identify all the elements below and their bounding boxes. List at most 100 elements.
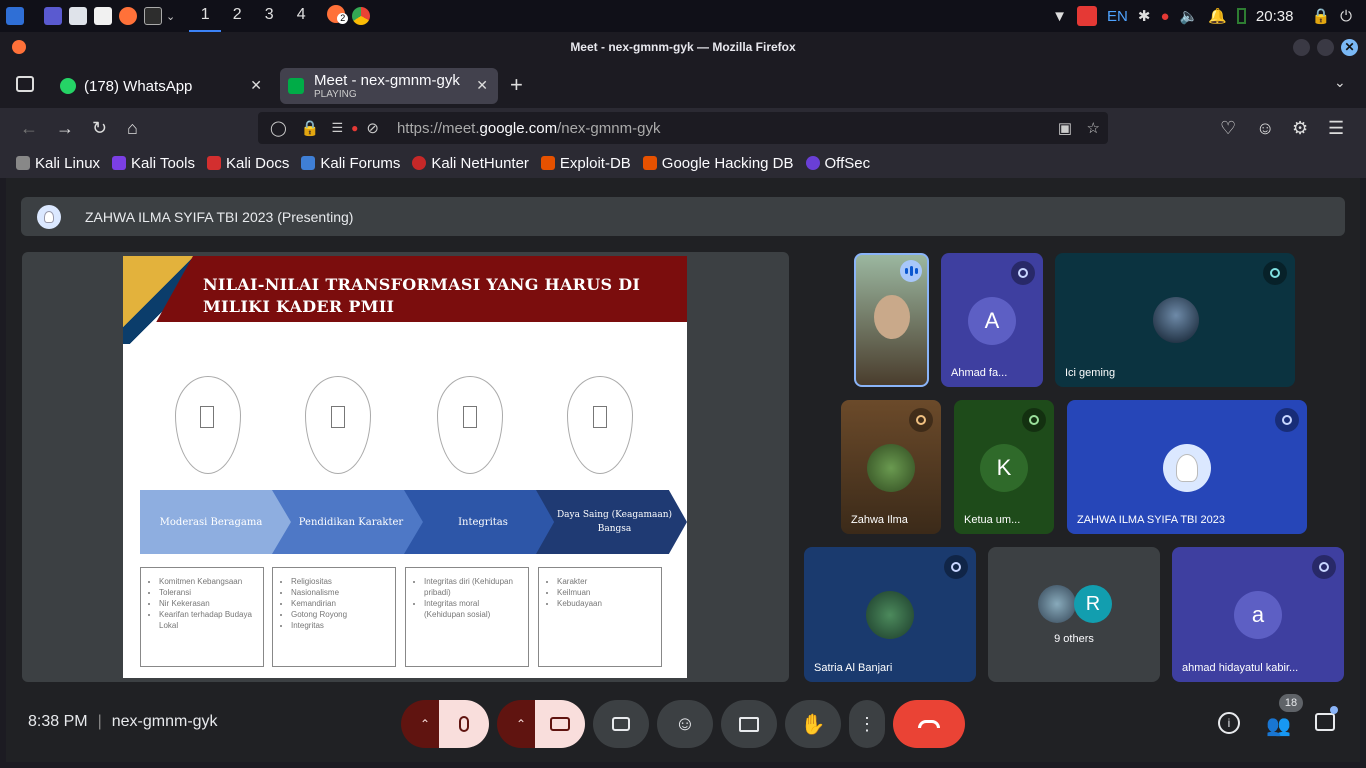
- terminal-icon[interactable]: [144, 7, 162, 25]
- bookmark-star-icon[interactable]: ☆: [1087, 119, 1100, 137]
- participant-tile-zahwa-ilma[interactable]: Zahwa Ilma: [841, 400, 941, 534]
- firefox-task[interactable]: 2: [327, 5, 349, 27]
- camera-blocked-icon[interactable]: ⊘: [366, 119, 379, 137]
- participant-tile-ahmad-hidayatul[interactable]: a ahmad hidayatul kabir...: [1172, 547, 1344, 682]
- clock[interactable]: 20:38: [1256, 8, 1294, 25]
- url-prefix: https://meet.: [396, 119, 480, 137]
- close-tab-icon[interactable]: ✕: [476, 77, 488, 94]
- bookmark-kali-forums[interactable]: Kali Forums: [301, 155, 400, 172]
- bluetooth-icon[interactable]: ✱: [1138, 7, 1151, 25]
- menu-icon[interactable]: ☰: [1328, 118, 1344, 139]
- participant-tile-ici[interactable]: Ici geming: [1055, 253, 1295, 387]
- tab-overview-icon[interactable]: [16, 76, 34, 92]
- bookmarks-toolbar: Kali Linux Kali Tools Kali Docs Kali For…: [0, 148, 1366, 178]
- bookmark-offsec[interactable]: OffSec: [805, 155, 870, 172]
- workspace-4[interactable]: 4: [285, 0, 317, 32]
- bookmark-kali-tools[interactable]: Kali Tools: [112, 155, 195, 172]
- workspace-3[interactable]: 3: [253, 0, 285, 32]
- microphone-permission-icon[interactable]: ●: [351, 121, 358, 135]
- workspace-2[interactable]: 2: [221, 0, 253, 32]
- notification-bell-icon[interactable]: 🔔: [1208, 7, 1227, 25]
- offsec-icon: [805, 156, 820, 170]
- mic-off-icon: [1011, 261, 1035, 285]
- chat-notification-dot: [1330, 706, 1338, 714]
- vpn-icon[interactable]: ▼: [1052, 8, 1067, 25]
- meeting-time: 8:38 PM: [28, 713, 88, 730]
- info-separator: |: [97, 713, 102, 730]
- shield-icon[interactable]: ◯: [270, 119, 287, 137]
- back-icon[interactable]: ←: [20, 118, 38, 139]
- lock-icon[interactable]: 🔒: [301, 119, 320, 137]
- camera-off-button[interactable]: [535, 700, 585, 748]
- reload-icon[interactable]: ↻: [92, 118, 107, 139]
- participant-tile-self[interactable]: [854, 253, 929, 387]
- red-app-icon[interactable]: [1077, 6, 1098, 26]
- list-all-tabs-icon[interactable]: ⌄: [1334, 74, 1346, 91]
- nethunter-icon: [412, 156, 427, 170]
- others-count: 9 others: [1054, 633, 1094, 645]
- workspace-1[interactable]: 1: [189, 0, 222, 32]
- minimize-button[interactable]: [1293, 39, 1310, 56]
- maximize-button[interactable]: [1317, 39, 1334, 56]
- present-screen-button[interactable]: [721, 700, 777, 748]
- tab-whatsapp[interactable]: (178) WhatsApp ✕: [52, 68, 272, 104]
- text-editor-icon[interactable]: [94, 7, 112, 25]
- tab-label: Meet - nex-gmnm-gyk: [314, 72, 460, 89]
- kali-menu-icon[interactable]: [6, 7, 24, 25]
- chevron-down-icon[interactable]: ⌄: [166, 10, 175, 23]
- raise-hand-button[interactable]: ✋: [785, 700, 841, 748]
- presentation-stage[interactable]: NILAI-NILAI TRANSFORMASI YANG HARUS DI M…: [22, 252, 789, 682]
- hand-icon: ✋: [800, 713, 826, 736]
- pin-glyph-1: [200, 406, 214, 428]
- extensions-icon[interactable]: ⚙: [1292, 118, 1308, 139]
- leave-call-button[interactable]: [893, 700, 965, 748]
- chrome-icon[interactable]: [352, 7, 371, 25]
- lock-icon[interactable]: 🔒: [1311, 7, 1330, 25]
- bookmark-kali-linux[interactable]: Kali Linux: [16, 155, 100, 172]
- file-manager-icon[interactable]: [69, 7, 87, 25]
- pocket-icon[interactable]: ♡: [1220, 118, 1236, 139]
- forward-icon[interactable]: →: [56, 118, 74, 139]
- chat-icon[interactable]: [1315, 713, 1335, 731]
- account-icon[interactable]: ☺: [1256, 118, 1274, 139]
- avatar: a: [1234, 591, 1282, 639]
- people-icon[interactable]: 👥: [1266, 713, 1291, 738]
- close-window-button[interactable]: ✕: [1341, 39, 1358, 56]
- permissions-icon[interactable]: ☰: [331, 120, 343, 136]
- bookmark-google-hacking-db[interactable]: Google Hacking DB: [642, 155, 794, 172]
- bookmark-kali-nethunter[interactable]: Kali NetHunter: [412, 155, 529, 172]
- microphone-muted-icon[interactable]: ●: [1160, 8, 1169, 25]
- keyboard-layout[interactable]: EN: [1107, 8, 1128, 25]
- list-item: Kearifan terhadap Budaya Lokal: [159, 609, 257, 631]
- step-label: Moderasi Beragama: [159, 516, 263, 528]
- firefox-logo-icon: [12, 40, 26, 54]
- more-options-button[interactable]: ⋮: [849, 700, 885, 748]
- participant-tile-ahmad[interactable]: A Ahmad fa...: [941, 253, 1043, 387]
- slide-title: NILAI-NILAI TRANSFORMASI YANG HARUS DI M…: [203, 275, 641, 316]
- participant-tile-others[interactable]: R 9 others: [988, 547, 1160, 682]
- power-icon[interactable]: ⏻: [1340, 8, 1352, 25]
- list-item: Nasionalisme: [291, 587, 389, 598]
- tab-meet[interactable]: Meet - nex-gmnm-gyk PLAYING ✕: [280, 68, 498, 104]
- microphone-off-button[interactable]: [439, 700, 489, 748]
- bookmark-kali-docs[interactable]: Kali Docs: [206, 155, 289, 172]
- list-item: Karakter: [557, 576, 655, 587]
- bookmark-exploit-db[interactable]: Exploit-DB: [540, 155, 631, 172]
- home-icon[interactable]: ⌂: [127, 118, 138, 139]
- close-tab-icon[interactable]: ✕: [250, 77, 262, 94]
- participant-tile-ketua[interactable]: K Ketua um...: [954, 400, 1054, 534]
- new-tab-icon[interactable]: +: [510, 72, 523, 98]
- reader-mode-icon[interactable]: ▣: [1058, 119, 1072, 137]
- participant-tile-satria[interactable]: Satria Al Banjari: [804, 547, 976, 682]
- volume-icon[interactable]: 🔈: [1180, 7, 1199, 25]
- captions-button[interactable]: [593, 700, 649, 748]
- list-box-2: Religiositas Nasionalisme Kemandirian Go…: [272, 567, 396, 667]
- meeting-details-icon[interactable]: i: [1218, 712, 1240, 734]
- desktop-icon[interactable]: [44, 7, 62, 25]
- firefox-icon[interactable]: [119, 7, 137, 25]
- url-bar[interactable]: ◯ 🔒 ☰ ● ⊘ https://meet.google.com/nex-gm…: [258, 112, 1108, 144]
- reactions-button[interactable]: ☺: [657, 700, 713, 748]
- mic-off-icon: [1312, 555, 1336, 579]
- battery-icon[interactable]: [1236, 8, 1246, 24]
- participant-tile-zahwa-presenter[interactable]: ZAHWA ILMA SYIFA TBI 2023: [1067, 400, 1307, 534]
